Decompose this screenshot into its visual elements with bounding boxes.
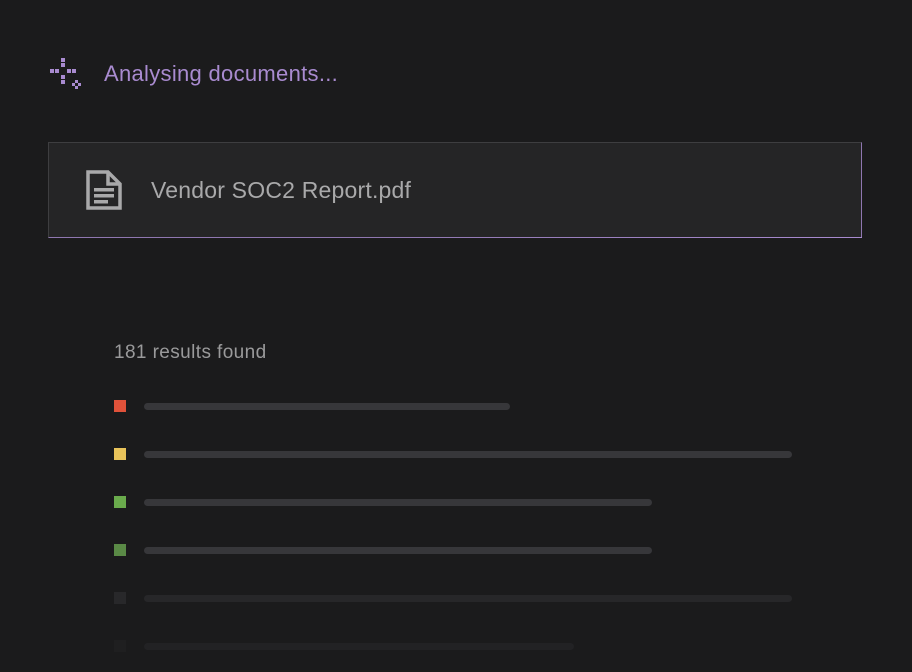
result-item[interactable] [114, 544, 652, 556]
sparkle-icon [48, 56, 84, 92]
result-placeholder-bar [144, 498, 652, 506]
document-icon [85, 170, 123, 210]
severity-indicator [114, 544, 126, 556]
file-name: Vendor SOC2 Report.pdf [151, 176, 412, 203]
result-item[interactable] [114, 640, 574, 652]
severity-indicator [114, 640, 126, 652]
analysis-status: Analysing documents... [48, 54, 338, 94]
severity-indicator [114, 496, 126, 508]
result-item[interactable] [114, 448, 792, 460]
result-placeholder-bar [144, 642, 574, 650]
status-text: Analysing documents... [104, 61, 339, 86]
result-item[interactable] [114, 592, 792, 604]
result-placeholder-bar [144, 594, 792, 602]
result-item[interactable] [114, 400, 510, 412]
result-item[interactable] [114, 496, 652, 508]
severity-indicator [114, 592, 126, 604]
severity-indicator [114, 448, 126, 460]
analysis-panel: Analysing documents... Vendor SOC2 Repor… [0, 0, 912, 672]
result-placeholder-bar [144, 402, 510, 410]
file-card[interactable]: Vendor SOC2 Report.pdf [48, 142, 862, 238]
severity-indicator [114, 400, 126, 412]
result-placeholder-bar [144, 546, 652, 554]
result-placeholder-bar [144, 450, 792, 458]
results-count: 181 results found [114, 342, 267, 363]
